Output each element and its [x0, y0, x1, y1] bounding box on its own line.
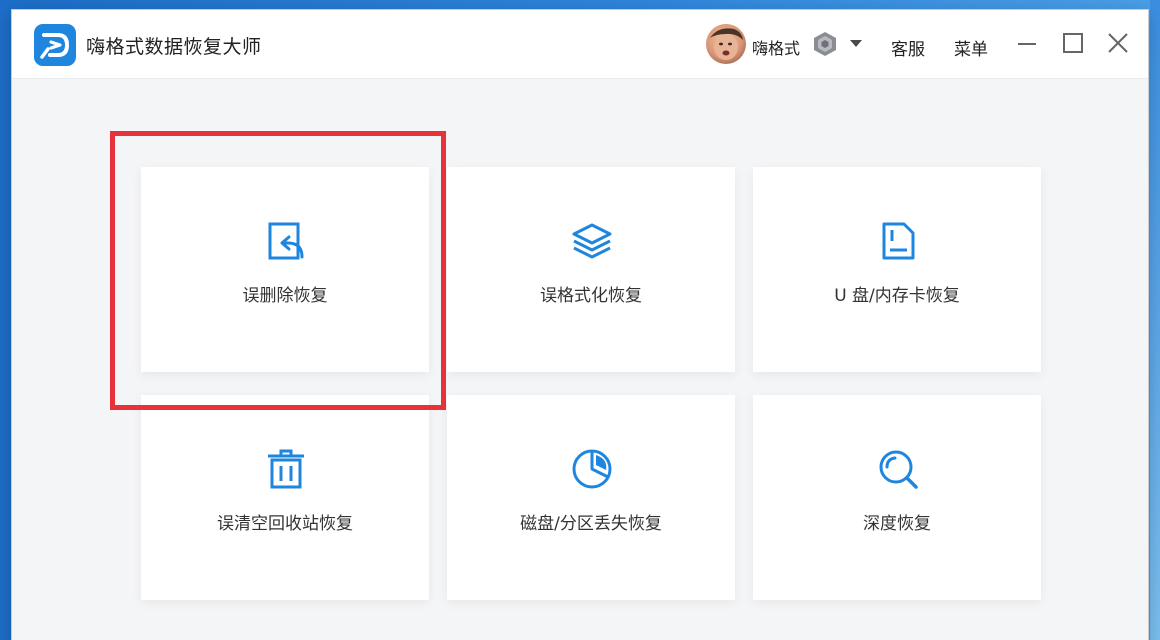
minimize-icon[interactable]	[1012, 28, 1042, 58]
search-icon	[876, 447, 920, 491]
card-format-recovery[interactable]: 误格式化恢复	[447, 167, 735, 372]
customer-service-button[interactable]: 客服	[891, 35, 925, 60]
app-window: 嗨格式数据恢复大师 嗨格式 客服 菜单 误删除恢复 误格式化恢复 U 盘/内存卡…	[12, 10, 1148, 640]
username[interactable]: 嗨格式	[752, 35, 800, 59]
title-bar: 嗨格式数据恢复大师 嗨格式 客服 菜单	[12, 10, 1148, 79]
card-partition-recovery[interactable]: 磁盘/分区丢失恢复	[447, 395, 735, 600]
user-avatar[interactable]	[706, 24, 746, 64]
trash-icon	[264, 447, 308, 491]
vip-badge-icon[interactable]	[812, 31, 838, 57]
card-usb-sd-recovery[interactable]: U 盘/内存卡恢复	[753, 167, 1041, 372]
card-deleted-recovery[interactable]: 误删除恢复	[141, 167, 429, 372]
card-recycle-bin-recovery[interactable]: 误清空回收站恢复	[141, 395, 429, 600]
app-logo-icon	[34, 24, 76, 66]
card-label: 误清空回收站恢复	[217, 514, 353, 534]
app-title: 嗨格式数据恢复大师	[86, 36, 262, 58]
card-label: 深度恢复	[863, 514, 931, 534]
card-label: U 盘/内存卡恢复	[834, 286, 960, 306]
chevron-down-icon[interactable]	[850, 40, 862, 47]
menu-button[interactable]: 菜单	[954, 35, 988, 60]
card-deep-recovery[interactable]: 深度恢复	[753, 395, 1041, 600]
desktop-background	[1150, 0, 1160, 640]
card-label: 误格式化恢复	[540, 286, 642, 306]
card-label: 误删除恢复	[242, 286, 328, 306]
close-icon[interactable]	[1103, 28, 1133, 58]
card-label: 磁盘/分区丢失恢复	[520, 514, 662, 534]
sd-card-icon	[876, 219, 920, 263]
file-restore-icon	[264, 219, 308, 263]
layers-icon	[570, 219, 614, 263]
maximize-icon[interactable]	[1058, 28, 1088, 58]
pie-chart-icon	[570, 447, 614, 491]
